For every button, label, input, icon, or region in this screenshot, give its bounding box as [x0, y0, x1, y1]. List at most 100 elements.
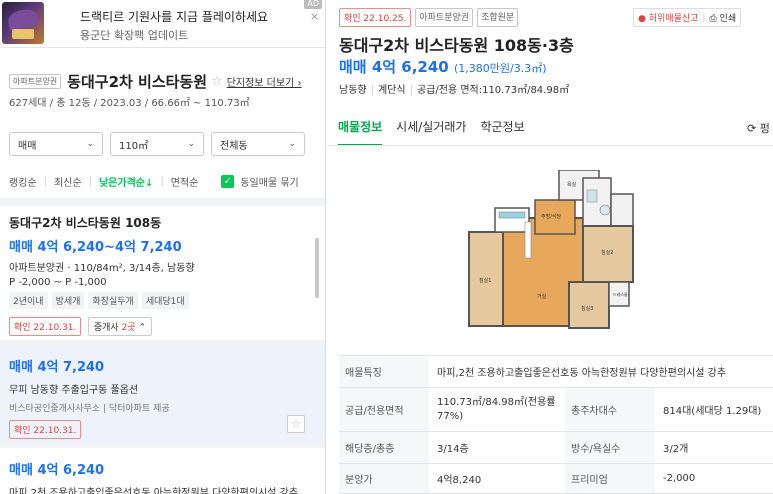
info-value: 3/2개: [663, 444, 689, 455]
listing-price: 매매 4억 7,240: [9, 360, 105, 375]
ad-banner[interactable]: 드랙티르 기원사를 지금 플레이하세요 용군단 확장팩 업데이트 AD ×: [0, 0, 325, 48]
detail-title: 동대구2차 비스타동원 108동·3층: [339, 36, 574, 55]
close-icon[interactable]: ×: [310, 10, 322, 23]
listing-tag: 2년이내: [9, 292, 48, 309]
info-label: 방수/욕실수: [565, 432, 655, 463]
ad-badge: AD: [304, 0, 322, 9]
chevron-right-icon: ›: [297, 78, 302, 89]
complex-info-link[interactable]: 단지정보 더보기 ›: [227, 74, 302, 89]
info-label: 총주차대수: [565, 388, 655, 431]
sort-area[interactable]: 면적순: [171, 174, 199, 189]
siren-icon: ●: [638, 14, 646, 24]
floor-plan-image: 주방/식당 거실 침실1 침실2 침실3 욕실 드레스룸: [468, 170, 634, 329]
area-select[interactable]: 110㎡ ⌄: [110, 132, 204, 156]
favorite-star-icon[interactable]: ☆: [287, 415, 305, 433]
detail-meta: 남동향 | 계단식 | 공급/전용 면적:110.73㎡/84.98㎡: [339, 85, 570, 96]
listing-agency: 비스타공인중개사사무소 | 닥터아파트 제공: [9, 404, 170, 414]
star-icon[interactable]: ☆: [211, 74, 223, 89]
listing-tag: 세대당1대: [141, 292, 189, 309]
chevron-up-icon: ⌃: [138, 323, 147, 333]
ad-thumbnail[interactable]: [2, 2, 44, 44]
tabs-divider: [327, 145, 773, 146]
listing-title: 동대구2차 비스타동원 108동: [9, 216, 162, 230]
chevron-down-icon: ⌄: [187, 139, 195, 149]
info-row: 해당층/총층 3/14층 방수/욕실수 3/2개: [339, 432, 773, 464]
info-label: 프리미엄: [565, 464, 655, 493]
room1-label: 침실1: [479, 277, 491, 284]
refresh-button[interactable]: ⟳ 펑: [747, 120, 770, 136]
sort-latest[interactable]: 최신순: [54, 174, 82, 189]
agent-toggle-button[interactable]: 중개사 2곳 ⌃: [87, 317, 153, 336]
listing-info-table: 매물특징 마피,2천 조용하고출입좋은선호동 아늑한정원뷰 다양한편의시설 강추…: [339, 355, 773, 494]
scrollbar-thumb[interactable]: [315, 238, 319, 298]
divider: [0, 444, 325, 448]
listing-item[interactable]: 매매 4억 7,240 무피 남동향 주출입구동 풀옵션 비스타공인중개사사무소…: [9, 356, 170, 439]
confirm-badge: 확인 22.10.31.: [9, 420, 82, 439]
living-label: 거실: [537, 293, 547, 300]
detail-price: 매매 4억 6,240 (1,380만원/3.3㎡): [339, 58, 547, 76]
tab-listing-info[interactable]: 매물정보: [338, 118, 383, 146]
listing-tag: 화장실두개: [88, 292, 138, 309]
info-value: 마피,2천 조용하고출입좋은선호동 아늑한정원뷰 다양한편의시설 강추: [437, 368, 727, 379]
info-label: 공급/전용면적: [339, 388, 429, 431]
divider: [0, 340, 325, 344]
info-value: 3/14층: [437, 444, 469, 455]
check-icon: ✓: [221, 175, 235, 188]
listing-price: 매매 4억 6,240: [9, 463, 105, 478]
complex-header: 아파트분양권 동대구2차 비스타동원 ☆ 단지정보 더보기 ›: [9, 71, 301, 92]
listing-price: 매매 4억 6,240~4억 7,240: [9, 240, 182, 255]
dress-label: 드레스룸: [613, 291, 628, 297]
info-value: 4억8,240: [437, 475, 482, 486]
report-button[interactable]: ● 허위매물신고: [638, 11, 698, 24]
info-value: 814대(세대당 1.29대): [663, 406, 762, 417]
listing-tag: 방세개: [51, 292, 85, 309]
tab-price-history[interactable]: 시세/실거래가: [396, 118, 466, 146]
listing-panel: 드랙티르 기원사를 지금 플레이하세요 용군단 확장팩 업데이트 AD × 아파…: [0, 0, 326, 494]
bath-label: 욕실: [567, 181, 577, 188]
info-label: 분양가: [339, 464, 429, 493]
listing-premium: P -2,000 ~ P -1,000: [9, 277, 107, 288]
detail-tabs: 매물정보 시세/실거래가 학군정보: [338, 118, 525, 146]
sort-ranking[interactable]: 랭킹순: [9, 174, 37, 189]
confirm-badge: 확인 22.10.31.: [9, 317, 82, 336]
group-same-label: 동일매물 묶기: [240, 178, 299, 189]
ad-title[interactable]: 드랙티르 기원사를 지금 플레이하세요: [80, 8, 268, 25]
listing-tags: 2년이내 방세개 화장실두개 세대당1대: [9, 292, 195, 309]
confirm-badge: 확인 22.10.25.: [339, 8, 412, 27]
info-row: 분양가 4억8,240 프리미엄 -2,000: [339, 464, 773, 494]
divider: [0, 198, 325, 206]
tab-school[interactable]: 학군정보: [480, 118, 524, 146]
print-icon: ⎙: [709, 14, 717, 24]
room2-label: 침실2: [601, 249, 613, 256]
info-row: 매물특징 마피,2천 조용하고출입좋은선호동 아늑한정원뷰 다양한편의시설 강추: [339, 356, 773, 388]
filter-bar: 매매 ⌄ 110㎡ ⌄ 전체동 ⌄: [9, 132, 305, 156]
trade-type-select[interactable]: 매매 ⌄: [9, 132, 103, 156]
sort-bar: 랭킹순 | 최신순 | 낮은가격순↓ | 면적순 ✓ 동일매물 묶기: [9, 174, 299, 189]
member-tag: 조합원분: [477, 8, 519, 27]
complex-type-tag: 아파트분양권: [9, 74, 62, 89]
listing-description: 마피,2천 조용하고출입좋은선호동 아늑한정원뷰 다양한편의시설 강추: [9, 488, 299, 494]
print-button[interactable]: ⎙ 인쇄: [709, 11, 736, 24]
listing-item[interactable]: 동대구2차 비스타동원 108동 매매 4억 6,240~4억 7,240 아파…: [9, 214, 195, 336]
listing-item[interactable]: 매매 4억 6,240 마피,2천 조용하고출입좋은선호동 아늑한정원뷰 다양한…: [9, 459, 298, 494]
building-select[interactable]: 전체동 ⌄: [211, 132, 305, 156]
room3-label: 침실3: [581, 305, 593, 312]
complex-meta: 627세대 / 총 12동 / 2023.03 / 66.66㎡ ~ 110.7…: [9, 98, 250, 109]
sort-low-price[interactable]: 낮은가격순↓: [99, 174, 153, 189]
detail-tags: 확인 22.10.25. 아파트분양권 조합원분: [339, 8, 519, 27]
app-root: 드랙티르 기원사를 지금 플레이하세요 용군단 확장팩 업데이트 AD × 아파…: [0, 0, 773, 494]
complex-name: 동대구2차 비스타동원: [67, 73, 208, 91]
chevron-down-icon: ⌄: [86, 139, 94, 149]
listing-type: 아파트분양권 · 110/84m², 3/14층, 남동향: [9, 263, 195, 274]
detail-panel: 확인 22.10.25. 아파트분양권 조합원분 ● 허위매물신고 | ⎙ 인쇄…: [327, 0, 773, 494]
info-row: 공급/전용면적 110.73㎡/84.98㎡(전용률77%) 총주차대수 814…: [339, 388, 773, 432]
group-same-checkbox[interactable]: ✓ 동일매물 묶기: [221, 174, 299, 189]
chevron-down-icon: ⌄: [288, 139, 296, 149]
info-value: -2,000: [663, 473, 696, 484]
listing-description: 무피 남동향 주출입구동 풀옵션: [9, 385, 139, 396]
info-value: 110.73㎡/84.98㎡(전용률77%): [437, 396, 556, 422]
ad-subtitle: 용군단 확장팩 업데이트: [80, 29, 189, 42]
kitchen-label: 주방/식당: [541, 213, 561, 220]
type-tag: 아파트분양권: [415, 8, 474, 27]
info-label: 매물특징: [339, 356, 429, 387]
